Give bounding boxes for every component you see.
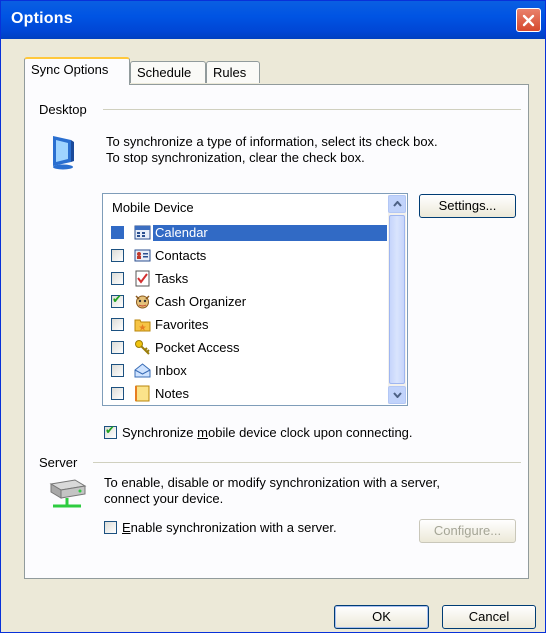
favorites-checkbox[interactable] [111, 318, 124, 331]
clock-sync-checkbox[interactable] [104, 423, 117, 439]
tab-sync-options[interactable]: Sync Options [24, 57, 130, 85]
list-item-cash-organizer[interactable]: Cash Organizer [111, 292, 387, 312]
enable-server-sync-label-post: nable synchronization with a server. [130, 520, 337, 535]
list-item-label: Notes [155, 386, 189, 401]
enable-server-sync-checkbox[interactable] [104, 521, 117, 534]
options-dialog: Options Sync Options Schedule Rules Desk… [0, 0, 546, 633]
pocket-access-checkbox[interactable] [111, 341, 124, 354]
calendar-icon [134, 225, 151, 240]
favorites-folder-icon [134, 319, 151, 332]
list-item-label: Inbox [155, 363, 187, 378]
list-item-label: Favorites [155, 317, 209, 332]
close-button[interactable] [516, 8, 541, 32]
cash-organizer-checkbox[interactable] [111, 292, 124, 308]
desktop-computer-icon [53, 136, 74, 170]
desktop-instructions-line1: To synchronize a type of information, se… [106, 134, 438, 149]
calendar-checkbox[interactable] [111, 226, 124, 239]
list-item-notes[interactable]: Notes [111, 384, 387, 404]
list-item-inbox[interactable]: Inbox [111, 361, 387, 381]
list-item-calendar[interactable]: Calendar [111, 223, 387, 243]
list-item-tasks[interactable]: Tasks [111, 269, 387, 289]
contacts-checkbox[interactable] [111, 249, 124, 262]
list-item-label: Cash Organizer [155, 294, 247, 309]
tasks-checkbox[interactable] [111, 272, 124, 285]
server-icon [49, 479, 87, 508]
list-item-favorites[interactable]: Favorites [111, 315, 387, 335]
enable-server-sync-label[interactable]: Enable synchronization with a server. [122, 520, 337, 536]
chevron-up-icon [392, 201, 402, 207]
configure-button[interactable]: Configure... [419, 519, 516, 543]
ok-button-label: OK [372, 609, 391, 624]
server-instructions-line1: To enable, disable or modify synchroniza… [104, 475, 441, 490]
list-item-pocket-access[interactable]: Pocket Access [111, 338, 387, 358]
enable-server-sync-mnemonic: E [122, 520, 131, 535]
sync-items-list[interactable]: Mobile Device Calendar Contacts Tasks ✔ … [102, 193, 408, 406]
clock-sync-label-pre: Synchronize [122, 425, 198, 440]
scroll-up-button[interactable] [388, 195, 406, 213]
close-icon [522, 14, 535, 26]
list-item-label: Calendar [153, 225, 387, 241]
server-instructions-line2: connect your device. [104, 491, 224, 506]
tasks-icon [135, 270, 150, 287]
tab-rules[interactable]: Rules [206, 61, 260, 83]
title-bar[interactable]: Options [1, 1, 545, 39]
inbox-checkbox[interactable] [111, 364, 124, 377]
scroll-thumb[interactable] [389, 215, 405, 384]
notes-icon [135, 385, 150, 402]
list-item-label: Contacts [155, 248, 207, 263]
desktop-instructions-line2: To stop synchronization, clear the check… [106, 150, 365, 165]
list-scrollbar[interactable] [388, 195, 406, 404]
notes-checkbox[interactable] [111, 387, 124, 400]
desktop-group-label: Desktop [39, 102, 87, 117]
server-divider [93, 462, 521, 463]
cancel-button-label: Cancel [468, 609, 510, 624]
contacts-icon [134, 249, 151, 262]
server-group-label: Server [39, 455, 78, 470]
clock-sync-mnemonic: m [197, 425, 208, 440]
chevron-down-icon [392, 392, 402, 398]
window-title: Options [11, 10, 73, 27]
tab-schedule[interactable]: Schedule [130, 61, 206, 83]
list-header-mobile-device: Mobile Device [112, 200, 194, 215]
settings-button[interactable]: Settings... [419, 194, 516, 218]
settings-button-label: Settings... [438, 198, 497, 213]
cash-organizer-icon [135, 295, 150, 309]
ok-button[interactable]: OK [334, 605, 429, 629]
desktop-divider [103, 109, 521, 110]
inbox-icon [134, 363, 151, 378]
cancel-button[interactable]: Cancel [442, 605, 536, 629]
clock-sync-label-post: obile device clock upon connecting. [208, 425, 413, 440]
configure-button-label: Configure... [433, 523, 502, 538]
list-item-label: Tasks [155, 271, 189, 286]
list-item-contacts[interactable]: Contacts [111, 246, 387, 266]
scroll-down-button[interactable] [388, 386, 406, 404]
list-item-label: Pocket Access [155, 340, 240, 355]
pocket-access-key-icon [135, 340, 150, 355]
clock-sync-label[interactable]: Synchronize mobile device clock upon con… [122, 425, 413, 441]
